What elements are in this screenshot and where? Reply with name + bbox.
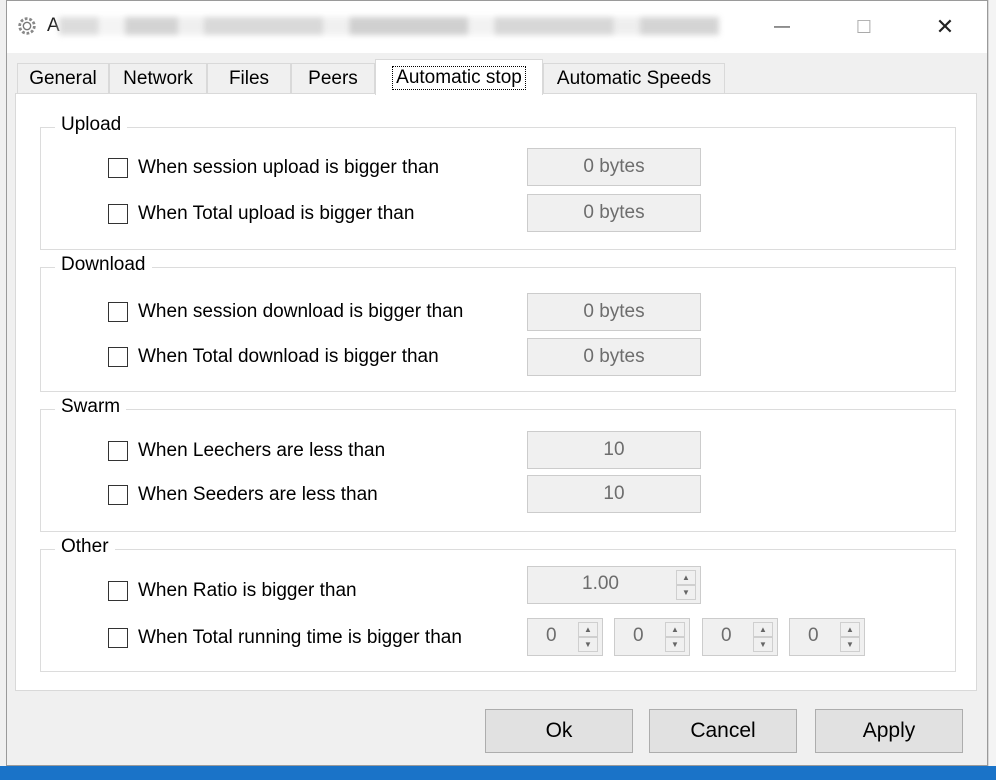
tab-files[interactable]: Files <box>207 63 291 93</box>
tab-label: Peers <box>308 67 358 89</box>
seeders-checkbox[interactable] <box>108 485 128 505</box>
leechers-checkbox[interactable] <box>108 441 128 461</box>
spin-up-icon[interactable]: ▲ <box>578 622 598 637</box>
total-upload-field: 0 bytes <box>527 194 701 232</box>
session-download-row[interactable]: When session download is bigger than <box>108 300 463 324</box>
leechers-field: 10 <box>527 431 701 469</box>
spin-up-icon[interactable]: ▲ <box>840 622 860 637</box>
leechers-label: When Leechers are less than <box>138 440 386 461</box>
tab-general[interactable]: General <box>17 63 109 93</box>
running-time-row[interactable]: When Total running time is bigger than <box>108 626 462 650</box>
total-upload-checkbox[interactable] <box>108 204 128 224</box>
running-time-seconds-spinbox[interactable]: 0 ▲ ▼ <box>789 618 865 656</box>
ratio-checkbox[interactable] <box>108 581 128 601</box>
running-time-days-spinbox[interactable]: 0 ▲ ▼ <box>527 618 603 656</box>
cancel-button-label: Cancel <box>690 719 756 742</box>
tab-label: Automatic stop <box>392 65 526 90</box>
maximize-icon: ☐ <box>855 16 873 37</box>
ok-button-label: Ok <box>545 719 573 742</box>
spin-down-icon[interactable]: ▼ <box>676 585 696 600</box>
session-upload-field: 0 bytes <box>527 148 701 186</box>
spin-down-icon[interactable]: ▼ <box>578 637 598 652</box>
minutes-spin-buttons: ▲ ▼ <box>753 622 773 652</box>
tab-label: Network <box>123 67 193 89</box>
spin-down-icon[interactable]: ▼ <box>840 637 860 652</box>
seconds-spin-buttons: ▲ ▼ <box>840 622 860 652</box>
close-icon: ✕ <box>935 14 955 39</box>
minimize-button[interactable]: — <box>759 1 805 53</box>
gear-icon <box>18 17 36 35</box>
total-upload-label: When Total upload is bigger than <box>138 203 415 224</box>
running-time-hours-spinbox[interactable]: 0 ▲ ▼ <box>614 618 690 656</box>
tab-peers[interactable]: Peers <box>291 63 375 93</box>
seeders-row[interactable]: When Seeders are less than <box>108 483 378 507</box>
spin-up-icon[interactable]: ▲ <box>753 622 773 637</box>
ratio-row[interactable]: When Ratio is bigger than <box>108 579 357 603</box>
ratio-label: When Ratio is bigger than <box>138 580 357 601</box>
ratio-spin-buttons: ▲ ▼ <box>676 570 696 600</box>
spin-down-icon[interactable]: ▼ <box>665 637 685 652</box>
total-download-row[interactable]: When Total download is bigger than <box>108 345 439 369</box>
upload-group-title: Upload <box>55 114 128 136</box>
seeders-field: 10 <box>527 475 701 513</box>
running-time-minutes-spinbox[interactable]: 0 ▲ ▼ <box>702 618 778 656</box>
maximize-button[interactable]: ☐ <box>841 1 887 53</box>
days-spin-buttons: ▲ ▼ <box>578 622 598 652</box>
tab-label: Files <box>228 67 270 89</box>
tab-network[interactable]: Network <box>109 63 207 93</box>
upload-group: Upload When session upload is bigger tha… <box>40 114 956 250</box>
session-upload-checkbox[interactable] <box>108 158 128 178</box>
ratio-value: 1.00 <box>582 573 619 594</box>
spin-up-icon[interactable]: ▲ <box>676 570 696 585</box>
leechers-row[interactable]: When Leechers are less than <box>108 439 385 463</box>
close-button[interactable]: ✕ <box>922 1 968 53</box>
download-group-title: Download <box>55 254 152 276</box>
title-bar[interactable]: A — ☐ ✕ <box>7 1 987 53</box>
total-download-label: When Total download is bigger than <box>138 346 439 367</box>
minimize-icon: — <box>774 18 790 35</box>
running-time-minutes-value: 0 <box>721 625 732 646</box>
apply-button[interactable]: Apply <box>815 709 963 753</box>
running-time-checkbox[interactable] <box>108 628 128 648</box>
running-time-seconds-value: 0 <box>808 625 819 646</box>
window-title-blurred <box>59 17 719 35</box>
running-time-days-value: 0 <box>546 625 557 646</box>
session-upload-row[interactable]: When session upload is bigger than <box>108 156 439 180</box>
background-right-edge <box>988 0 996 766</box>
spin-up-icon[interactable]: ▲ <box>665 622 685 637</box>
tab-label: Automatic Speeds <box>556 67 712 89</box>
swarm-group-title: Swarm <box>55 396 127 418</box>
session-download-checkbox[interactable] <box>108 302 128 322</box>
taskbar-strip <box>0 766 996 780</box>
running-time-label: When Total running time is bigger than <box>138 627 462 648</box>
apply-button-label: Apply <box>862 719 916 742</box>
cancel-button[interactable]: Cancel <box>649 709 797 753</box>
total-upload-row[interactable]: When Total upload is bigger than <box>108 202 414 226</box>
tab-label: General <box>29 67 97 89</box>
ok-button[interactable]: Ok <box>485 709 633 753</box>
automatic-stop-panel: Upload When session upload is bigger tha… <box>15 93 977 691</box>
session-upload-label: When session upload is bigger than <box>138 157 440 178</box>
total-download-checkbox[interactable] <box>108 347 128 367</box>
tab-automatic-stop[interactable]: Automatic stop <box>375 59 543 95</box>
hours-spin-buttons: ▲ ▼ <box>665 622 685 652</box>
session-download-field: 0 bytes <box>527 293 701 331</box>
other-group: Other When Ratio is bigger than 1.00 ▲ ▼… <box>40 536 956 672</box>
download-group: Download When session download is bigger… <box>40 254 956 392</box>
window-title: A <box>47 15 60 36</box>
other-group-title: Other <box>55 536 115 558</box>
total-download-field: 0 bytes <box>527 338 701 376</box>
options-dialog: A — ☐ ✕ General Network Files Peers Auto… <box>6 0 988 766</box>
ratio-spinbox[interactable]: 1.00 ▲ ▼ <box>527 566 701 604</box>
tab-automatic-speeds[interactable]: Automatic Speeds <box>543 63 725 93</box>
spin-down-icon[interactable]: ▼ <box>753 637 773 652</box>
seeders-label: When Seeders are less than <box>138 484 378 505</box>
swarm-group: Swarm When Leechers are less than 10 Whe… <box>40 396 956 532</box>
running-time-hours-value: 0 <box>633 625 644 646</box>
session-download-label: When session download is bigger than <box>138 301 464 322</box>
